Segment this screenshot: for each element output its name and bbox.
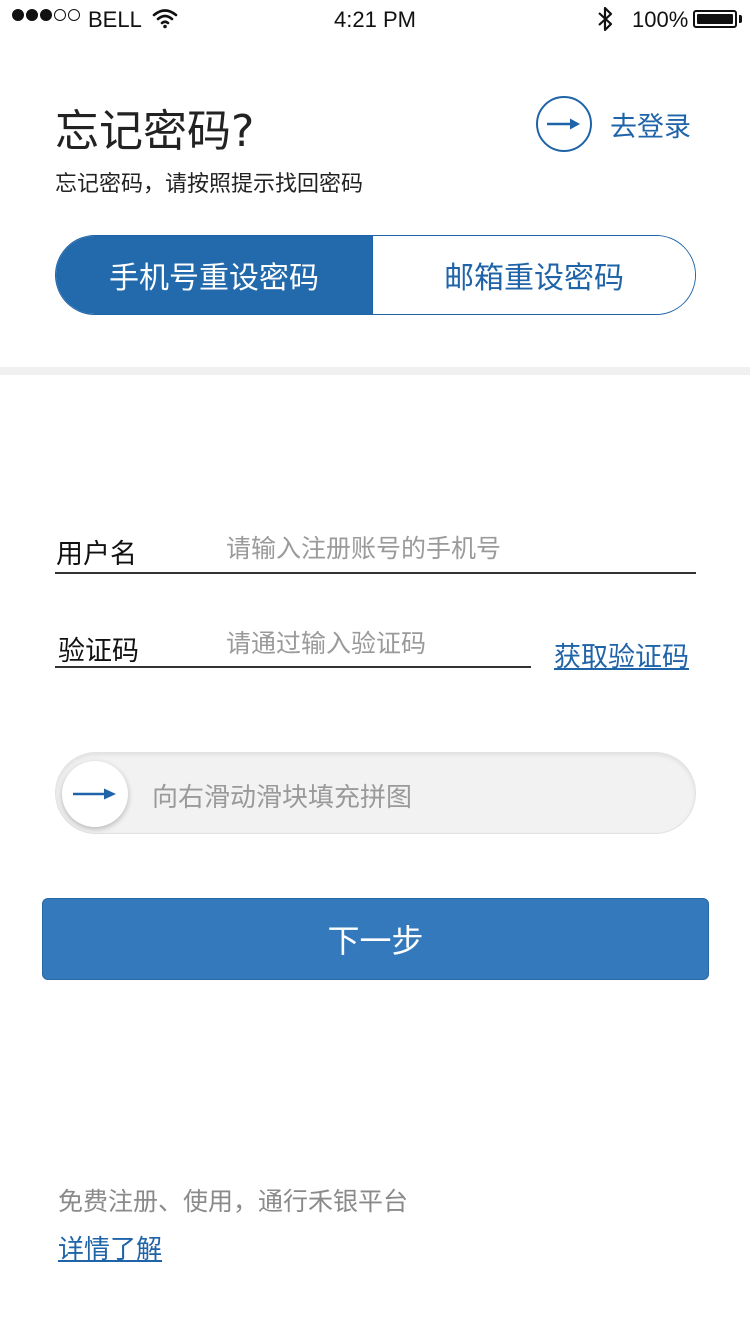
details-link[interactable]: 详情了解	[58, 1229, 162, 1266]
slider-handle[interactable]	[62, 761, 128, 827]
battery-level-fill	[697, 14, 733, 24]
footer-note: 免费注册、使用，通行禾银平台	[58, 1187, 409, 1216]
username-label: 用户名	[56, 539, 137, 570]
username-underline	[55, 572, 696, 574]
tab-phone-reset[interactable]: 手机号重设密码	[56, 236, 372, 314]
tab-email-reset[interactable]: 邮箱重设密码	[372, 236, 695, 314]
reset-method-tabs: 手机号重设密码 邮箱重设密码	[55, 235, 696, 315]
section-divider	[0, 367, 750, 375]
code-input[interactable]	[226, 625, 526, 661]
bluetooth-icon	[596, 5, 614, 39]
get-code-link[interactable]: 获取验证码	[554, 635, 689, 674]
battery-tip	[739, 15, 742, 23]
slider-hint: 向右滑动滑块填充拼图	[152, 783, 413, 813]
arrow-right-icon	[73, 788, 116, 800]
go-login-link[interactable]: 去登录	[536, 96, 691, 152]
username-input[interactable]	[226, 530, 686, 566]
go-login-label[interactable]: 去登录	[610, 105, 691, 144]
battery-percent: 100%	[632, 7, 689, 32]
next-step-button[interactable]: 下一步	[42, 898, 709, 980]
code-underline	[55, 666, 531, 668]
arrow-right-icon[interactable]	[536, 96, 592, 152]
page-title: 忘记密码?	[55, 106, 255, 157]
page-subtitle: 忘记密码，请按照提示找回密码	[55, 172, 364, 197]
status-bar: BELL 4:21 PM 100%	[0, 0, 750, 40]
battery-icon	[693, 10, 737, 28]
code-label: 验证码	[58, 636, 139, 667]
